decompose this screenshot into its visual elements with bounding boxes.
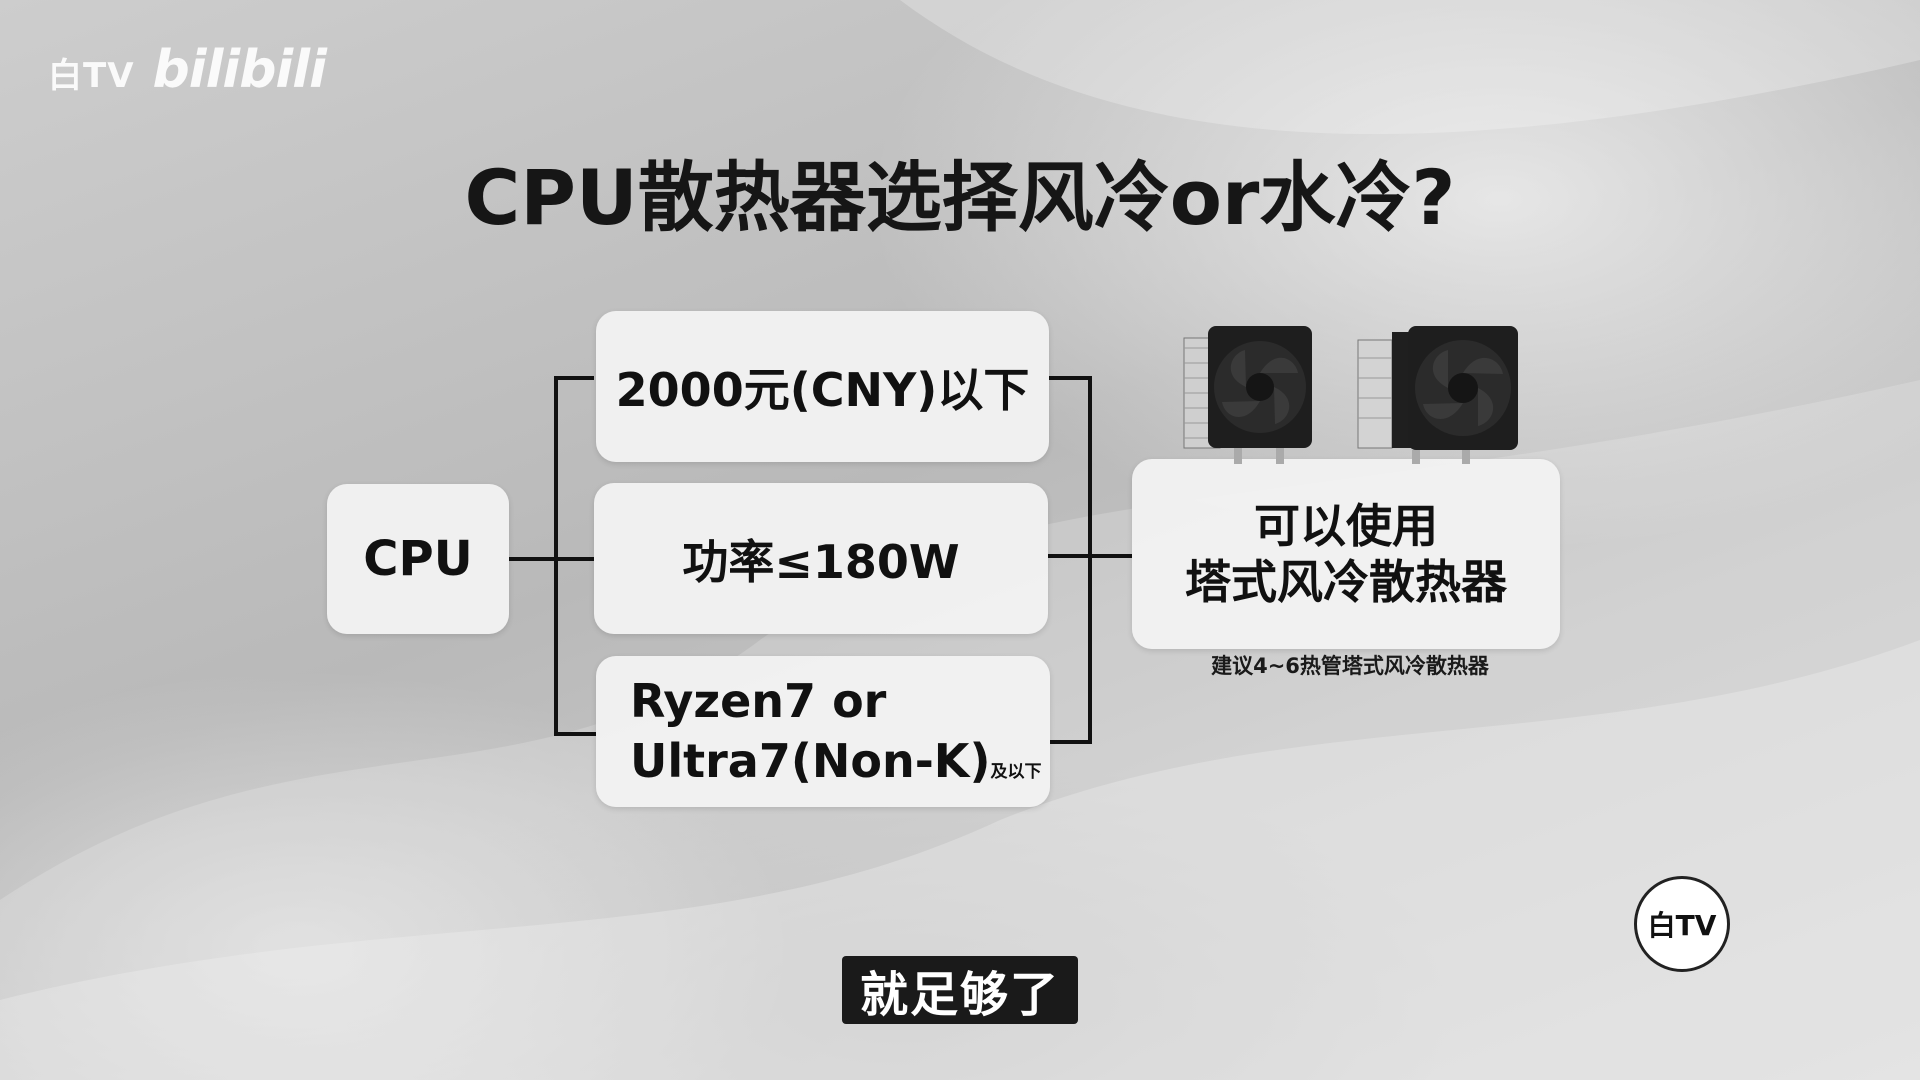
result-line1: 可以使用: [1254, 498, 1438, 553]
tower-cooler-single-image: [1183, 326, 1312, 464]
cpu-box: CPU: [327, 484, 509, 634]
result-box: 可以使用 塔式风冷散热器: [1132, 459, 1560, 649]
subtitle-caption: 就足够了: [842, 956, 1078, 1024]
condition-power-box: 功率≤180W: [594, 483, 1048, 634]
condition-model-line2: Ultra7(Non-K): [630, 733, 991, 788]
result-line2: 塔式风冷散热器: [1185, 555, 1507, 609]
recommendation-note: 建议4~6热管塔式风冷散热器: [1211, 654, 1489, 678]
condition-price-box: 2000元(CNY)以下: [596, 311, 1049, 462]
channel-logo: 白TV: [1634, 876, 1730, 972]
condition-model-suffix: 及以下: [990, 761, 1042, 782]
tower-cooler-dual-image: [1357, 326, 1518, 464]
condition-model-box: Ryzen7 or Ultra7(Non-K)及以下: [596, 656, 1050, 807]
condition-model-line1: Ryzen7 or: [630, 673, 887, 728]
